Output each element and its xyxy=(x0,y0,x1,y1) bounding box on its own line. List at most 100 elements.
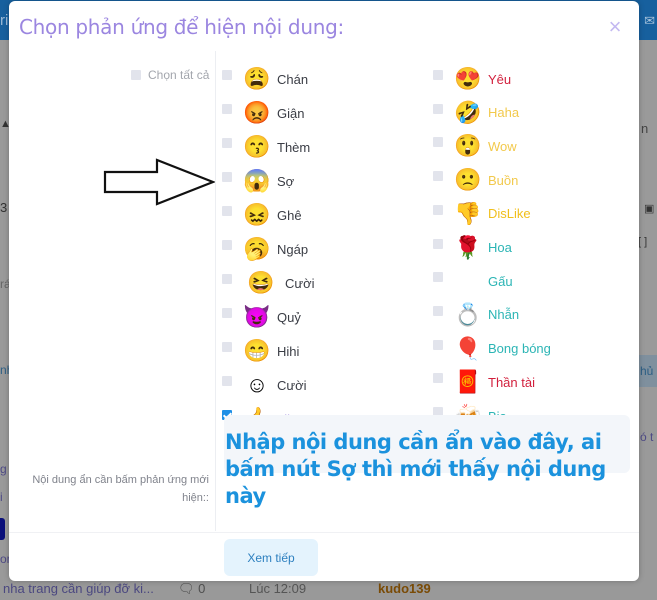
reaction-label: DisLike xyxy=(488,206,531,222)
select-all-checkbox[interactable] xyxy=(131,70,141,80)
reaction-option[interactable]: 😖 Ghê xyxy=(222,200,302,230)
reaction-option[interactable]: 🤣 Haha xyxy=(433,98,519,128)
reaction-label: Gấu xyxy=(488,273,513,289)
reaction-option[interactable]: 🎈 Bong bóng xyxy=(433,334,551,364)
reaction-checkbox[interactable] xyxy=(433,339,443,350)
reaction-checkbox[interactable] xyxy=(433,204,443,215)
yawning-face-icon: 🥱 xyxy=(243,236,271,261)
background-fragment: i xyxy=(0,490,3,504)
modal-title: Chọn phản ứng để hiện nội dung: xyxy=(19,15,344,39)
reaction-checkbox[interactable] xyxy=(433,171,443,182)
balloons-icon: 🎈 xyxy=(454,335,482,361)
background-fragment: [ ] xyxy=(638,236,648,248)
hidden-content-text[interactable]: Nhập nội dung cần ẩn vào đây, ai bấm nút… xyxy=(225,429,625,510)
heart-eyes-face-icon: 😍 xyxy=(454,66,482,91)
reaction-checkbox[interactable] xyxy=(433,272,443,283)
frowning-face-icon: 🙁 xyxy=(454,167,482,193)
close-button[interactable]: × xyxy=(605,15,625,39)
reaction-checkbox[interactable] xyxy=(433,103,443,114)
reaction-option[interactable]: 🙁 Buồn xyxy=(433,165,518,195)
reaction-option[interactable]: 😙 Thèm xyxy=(222,132,310,162)
column-divider xyxy=(215,51,216,531)
reaction-option[interactable]: ☺ Cười xyxy=(222,370,307,400)
background-topic-user: kudo139 xyxy=(378,581,431,596)
blank-icon xyxy=(454,267,482,295)
reaction-checkbox[interactable] xyxy=(222,138,232,148)
mail-icon: ✉ xyxy=(644,13,655,28)
reaction-checkbox[interactable] xyxy=(222,70,232,80)
reaction-option[interactable]: 👎 DisLike xyxy=(433,199,531,229)
reaction-option[interactable]: 😆 Cười xyxy=(222,268,315,298)
reaction-label: Hoa xyxy=(488,240,512,255)
ring-icon: 💍 xyxy=(454,301,482,327)
background-button xyxy=(0,518,5,540)
reaction-label: Ghê xyxy=(277,207,302,223)
comment-icon: 🗨 xyxy=(178,581,195,596)
background-topic-row: nha trang cần giúp đỡ ki... 🗨 0 Lúc 12:0… xyxy=(0,580,657,600)
reaction-option[interactable]: 🥱 Ngáp xyxy=(222,234,308,264)
reaction-option[interactable]: 😈 Quỷ xyxy=(222,302,301,332)
reaction-checkbox[interactable] xyxy=(433,137,443,148)
god-of-wealth-icon: 🧧 xyxy=(454,369,482,395)
reaction-label: Chán xyxy=(277,71,309,87)
reaction-checkbox[interactable] xyxy=(433,70,443,80)
background-fragment: g xyxy=(0,462,7,476)
reaction-checkbox[interactable] xyxy=(222,342,232,352)
reaction-label: Yêu xyxy=(488,71,512,87)
reaction-modal: Chọn phản ứng để hiện nội dung: × Chọn t… xyxy=(9,1,639,581)
reaction-option[interactable]: 😱 Sợ xyxy=(222,166,294,196)
reaction-label: Hihi xyxy=(277,343,300,359)
reaction-option[interactable]: 💍 Nhẫn xyxy=(433,300,519,330)
hidden-content-label: Nội dung ẩn cần bấm phản ứng mới hiện:: xyxy=(32,474,209,504)
weary-face-icon: 😩 xyxy=(243,66,271,91)
astonished-face-icon: 😲 xyxy=(454,133,482,159)
reaction-label: Cười xyxy=(277,377,307,393)
reaction-checkbox[interactable] xyxy=(433,373,443,384)
select-all-option[interactable]: Chọn tất cả xyxy=(131,68,209,82)
reaction-checkbox[interactable] xyxy=(222,308,232,318)
kissing-face-icon: 😙 xyxy=(243,134,271,159)
reaction-option[interactable]: Gấu xyxy=(433,266,513,296)
background-fragment: hủ xyxy=(640,364,654,378)
background-reply-count: 🗨 0 xyxy=(178,581,205,597)
next-button[interactable]: Xem tiếp xyxy=(224,539,318,576)
modal-header: Chọn phản ứng để hiện nội dung: × xyxy=(9,1,639,51)
reaction-label: Cười xyxy=(285,275,315,291)
reaction-option[interactable]: 😲 Wow xyxy=(433,131,517,161)
background-topic-title: nha trang cần giúp đỡ ki... xyxy=(3,581,154,596)
devil-face-icon: 😈 xyxy=(243,304,271,329)
reaction-label: Ngáp xyxy=(277,241,309,257)
reaction-label: Wow xyxy=(488,138,517,154)
disgusted-face-icon: 😖 xyxy=(243,202,271,227)
reaction-checkbox[interactable] xyxy=(222,274,232,284)
footer-divider xyxy=(9,532,639,533)
reaction-checkbox[interactable] xyxy=(433,305,443,316)
reaction-checkbox[interactable] xyxy=(222,172,232,182)
reaction-checkbox[interactable] xyxy=(222,376,232,386)
background-fragment: ▣ xyxy=(644,203,655,215)
reaction-label: Thèm xyxy=(277,139,311,155)
reaction-option[interactable]: 😡 Giận xyxy=(222,98,304,128)
reaction-label: Haha xyxy=(488,105,520,121)
reaction-option[interactable]: 😍 Yêu xyxy=(433,64,511,94)
thumbs-down-icon: 👎 xyxy=(454,200,482,226)
reaction-option[interactable]: 😁 Hihi xyxy=(222,336,299,366)
reaction-label: Quỷ xyxy=(277,309,301,325)
annotation-arrow-icon xyxy=(103,158,215,206)
reaction-option[interactable]: 😩 Chán xyxy=(222,64,308,94)
angry-face-icon: 😡 xyxy=(243,100,271,125)
reaction-option[interactable]: 🧧 Thần tài xyxy=(433,367,535,397)
scared-face-icon: 😱 xyxy=(243,168,271,193)
reaction-checkbox[interactable] xyxy=(222,104,232,114)
select-all-label: Chọn tất cả xyxy=(148,68,210,82)
reaction-label: Nhẫn xyxy=(488,307,520,323)
reaction-checkbox[interactable] xyxy=(222,240,232,250)
background-topbar-left-text: ri xyxy=(0,12,9,29)
reaction-checkbox[interactable] xyxy=(433,238,443,249)
rofl-face-icon: 🤣 xyxy=(454,99,482,125)
reaction-option[interactable]: 🌹 Hoa xyxy=(433,233,512,263)
background-fragment: 3 xyxy=(0,200,8,215)
reaction-checkbox[interactable] xyxy=(222,206,232,216)
background-fragment: n xyxy=(641,121,649,136)
reply-count-value: 0 xyxy=(198,581,206,596)
